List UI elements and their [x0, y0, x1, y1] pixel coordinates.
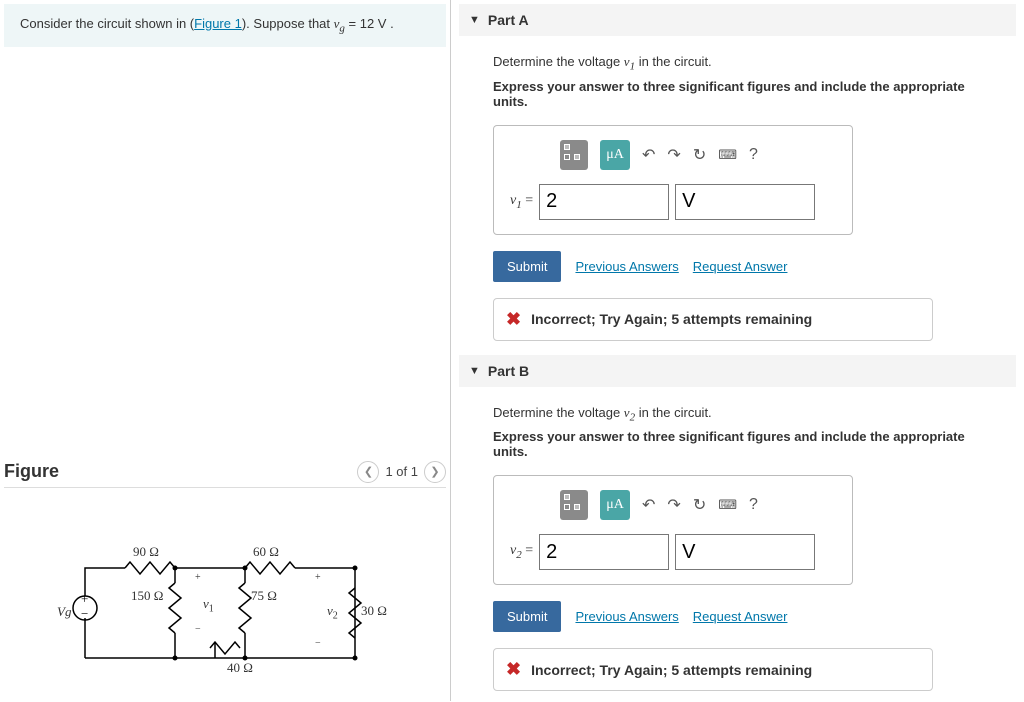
svg-text:−: − [81, 606, 88, 621]
part-a-prompt: Determine the voltage v1 in the circuit. [493, 54, 996, 73]
redo-icon[interactable]: ↷ [667, 495, 680, 515]
help-icon[interactable]: ? [749, 496, 758, 514]
figure-link[interactable]: Figure 1 [194, 16, 242, 31]
part-a-value-input[interactable] [539, 184, 669, 220]
part-b-var-label: v2 = [510, 543, 533, 561]
reset-icon[interactable]: ↻ [693, 495, 706, 515]
part-a-unit-input[interactable] [675, 184, 815, 220]
help-icon[interactable]: ? [749, 146, 758, 164]
incorrect-icon: ✖ [506, 659, 521, 680]
part-b-value-input[interactable] [539, 534, 669, 570]
units-icon[interactable]: μA [600, 140, 630, 170]
figure-prev-button[interactable]: ❮ [357, 461, 379, 483]
caret-down-icon: ▼ [469, 365, 480, 377]
problem-statement: Consider the circuit shown in (Figure 1)… [4, 4, 446, 47]
templates-icon[interactable] [560, 490, 588, 520]
keyboard-icon[interactable]: ⌨ [718, 497, 737, 513]
part-b-answer-box: μA ↶ ↷ ↻ ⌨ ? v2 = [493, 475, 853, 585]
part-a-previous-answers-link[interactable]: Previous Answers [575, 259, 678, 274]
part-a-header[interactable]: ▼ Part A [459, 4, 1016, 36]
figure-pager-text: 1 of 1 [385, 464, 418, 479]
circuit-diagram: + − [55, 548, 395, 688]
part-a-submit-button[interactable]: Submit [493, 251, 561, 282]
caret-down-icon: ▼ [469, 14, 480, 26]
incorrect-icon: ✖ [506, 309, 521, 330]
reset-icon[interactable]: ↻ [693, 145, 706, 165]
redo-icon[interactable]: ↷ [667, 145, 680, 165]
figure-next-button[interactable]: ❯ [424, 461, 446, 483]
part-a-request-answer-link[interactable]: Request Answer [693, 259, 788, 274]
part-a-feedback: ✖ Incorrect; Try Again; 5 attempts remai… [493, 298, 933, 341]
part-a-var-label: v1 = [510, 193, 533, 211]
keyboard-icon[interactable]: ⌨ [718, 147, 737, 163]
part-b-feedback: ✖ Incorrect; Try Again; 5 attempts remai… [493, 648, 933, 691]
templates-icon[interactable] [560, 140, 588, 170]
problem-text: Consider the circuit shown in ( [20, 16, 194, 31]
units-icon[interactable]: μA [600, 490, 630, 520]
part-b-previous-answers-link[interactable]: Previous Answers [575, 609, 678, 624]
part-b-request-answer-link[interactable]: Request Answer [693, 609, 788, 624]
part-a-title: Part A [488, 12, 529, 28]
part-b-unit-input[interactable] [675, 534, 815, 570]
part-b-header[interactable]: ▼ Part B [459, 355, 1016, 387]
part-b-submit-button[interactable]: Submit [493, 601, 561, 632]
part-b-instruction: Express your answer to three significant… [493, 429, 996, 459]
part-a-instruction: Express your answer to three significant… [493, 79, 996, 109]
part-b-prompt: Determine the voltage v2 in the circuit. [493, 405, 996, 424]
undo-icon[interactable]: ↶ [642, 145, 655, 165]
undo-icon[interactable]: ↶ [642, 495, 655, 515]
part-a-answer-box: μA ↶ ↷ ↻ ⌨ ? v1 = [493, 125, 853, 235]
part-b-title: Part B [488, 363, 529, 379]
figure-title: Figure [4, 461, 59, 482]
